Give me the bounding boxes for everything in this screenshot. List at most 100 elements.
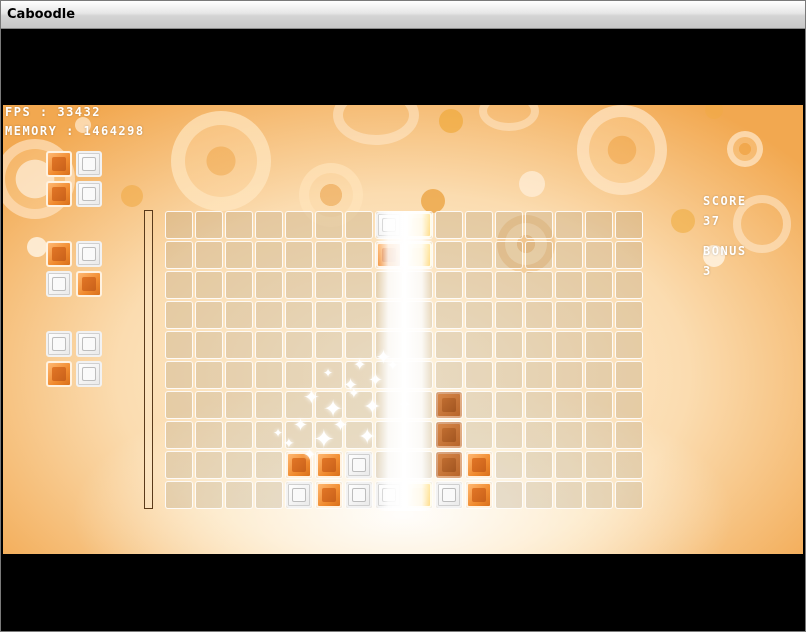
- grid-cell: [615, 391, 643, 419]
- game-scene[interactable]: FPS : 33432 MEMORY : 1464298 SCORE 37 BO…: [3, 105, 803, 554]
- bg-dot: [519, 171, 545, 197]
- grid-cell: [255, 451, 283, 479]
- title-bar[interactable]: Caboodle: [1, 1, 805, 29]
- grid-cell: [525, 421, 553, 449]
- grid-cell: [615, 481, 643, 509]
- grid-cell: [585, 451, 613, 479]
- bg-dot: [439, 109, 463, 133]
- placed-block: [436, 422, 462, 448]
- grid-cell: [165, 331, 193, 359]
- memory-counter: MEMORY : 1464298: [5, 124, 145, 138]
- grid-cell: [285, 331, 313, 359]
- grid-cell: [585, 211, 613, 239]
- grid-cell: [345, 301, 373, 329]
- bg-ring: [171, 111, 271, 211]
- grid-cell: [555, 391, 583, 419]
- grid-cell: [615, 331, 643, 359]
- grid-cell: [525, 331, 553, 359]
- grid-cell: [525, 361, 553, 389]
- grid-cell: [345, 271, 373, 299]
- queue-block: [76, 151, 102, 177]
- grid-cell: [255, 211, 283, 239]
- grid-cell: [225, 391, 253, 419]
- fps-counter: FPS : 33432: [5, 105, 101, 119]
- sparkle: ✦: [283, 436, 295, 452]
- grid-cell: [615, 421, 643, 449]
- grid-cell: [495, 301, 523, 329]
- queue-block: [76, 331, 102, 357]
- grid-cell: [555, 301, 583, 329]
- grid-cell: [225, 451, 253, 479]
- grid-cell: [435, 331, 463, 359]
- placed-block: [346, 452, 372, 478]
- grid-cell: [525, 391, 553, 419]
- grid-cell: [585, 391, 613, 419]
- grid-cell: [165, 241, 193, 269]
- grid-cell: [525, 211, 553, 239]
- bg-ring: [333, 105, 419, 145]
- grid-cell: [195, 271, 223, 299]
- bonus-label: BONUS: [703, 244, 747, 258]
- sparkle: ✦: [303, 445, 317, 464]
- queue-block: [76, 241, 102, 267]
- sparkle: ✦: [323, 366, 334, 380]
- grid-cell: [225, 421, 253, 449]
- grid-cell: [165, 361, 193, 389]
- grid-cell: [195, 361, 223, 389]
- grid-cell: [165, 421, 193, 449]
- grid-cell: [555, 481, 583, 509]
- bg-ring: [577, 105, 667, 195]
- grid-cell: [315, 241, 343, 269]
- grid-cell: [285, 241, 313, 269]
- grid-cell: [345, 211, 373, 239]
- grid-cell: [255, 271, 283, 299]
- grid-cell: [165, 451, 193, 479]
- queue-block: [46, 241, 72, 267]
- grid-cell: [195, 481, 223, 509]
- grid-cell: [195, 211, 223, 239]
- grid-cell: [465, 421, 493, 449]
- sparkle: ✦: [363, 395, 382, 420]
- queue-block: [76, 181, 102, 207]
- grid-cell: [285, 271, 313, 299]
- placed-block: [436, 392, 462, 418]
- grid-cell: [555, 331, 583, 359]
- game-window: Caboodle FPS : 33432 MEMORY : 1464298 SC…: [0, 0, 806, 632]
- grid-cell: [495, 331, 523, 359]
- grid-cell: [255, 391, 283, 419]
- placed-block: [316, 452, 342, 478]
- sparkle: ✦: [348, 386, 360, 402]
- grid-cell: [255, 361, 283, 389]
- grid-cell: [615, 301, 643, 329]
- grid-cell: [225, 241, 253, 269]
- grid-cell: [615, 451, 643, 479]
- sparkle: ✦: [358, 425, 377, 450]
- grid-cell: [465, 301, 493, 329]
- grid-cell: [315, 271, 343, 299]
- letterbox-bottom: [3, 554, 803, 630]
- time-progress-bar: [144, 210, 153, 509]
- grid-cell: [495, 271, 523, 299]
- grid-cell: [465, 391, 493, 419]
- grid-cell: [195, 421, 223, 449]
- grid-cell: [465, 241, 493, 269]
- grid-cell: [555, 451, 583, 479]
- sparkle: ✦: [273, 426, 284, 440]
- grid-cell: [285, 301, 313, 329]
- bg-dot: [27, 237, 47, 257]
- bg-ring: [727, 131, 763, 167]
- grid-cell: [195, 451, 223, 479]
- sparkle: ✦: [303, 385, 320, 409]
- grid-cell: [225, 271, 253, 299]
- grid-cell: [225, 331, 253, 359]
- grid-cell: [615, 271, 643, 299]
- sparkle: ✦: [398, 395, 412, 414]
- grid-cell: [495, 361, 523, 389]
- placed-block: [466, 452, 492, 478]
- bg-dot: [421, 189, 445, 213]
- grid-cell: [495, 451, 523, 479]
- grid-cell: [315, 301, 343, 329]
- grid-cell: [525, 301, 553, 329]
- grid-cell: [315, 331, 343, 359]
- queue-block: [46, 331, 72, 357]
